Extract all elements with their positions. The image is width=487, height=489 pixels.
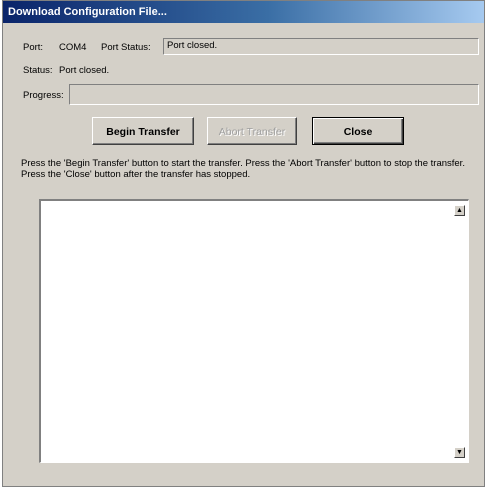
dialog-title: Download Configuration File... bbox=[3, 1, 484, 23]
abort-transfer-button[interactable]: Abort Transfer bbox=[207, 117, 297, 145]
port-status-field: Port closed. bbox=[163, 38, 479, 55]
progress-label: Progress: bbox=[23, 90, 64, 101]
transfer-log-textarea[interactable]: ▲ ▼ bbox=[39, 199, 469, 463]
transfer-log-content bbox=[41, 201, 468, 207]
status-value: Port closed. bbox=[59, 65, 110, 76]
port-value: COM4 bbox=[59, 42, 87, 53]
port-label: Port: bbox=[23, 42, 44, 53]
scroll-up-arrow-icon[interactable]: ▲ bbox=[454, 205, 465, 216]
download-config-dialog: Download Configuration File... Port: COM… bbox=[2, 0, 485, 487]
scroll-down-arrow-icon[interactable]: ▼ bbox=[454, 447, 465, 458]
instructions-text: Press the 'Begin Transfer' button to sta… bbox=[21, 158, 465, 180]
begin-transfer-button[interactable]: Begin Transfer bbox=[92, 117, 194, 145]
close-button[interactable]: Close bbox=[312, 117, 404, 145]
port-status-label: Port Status: bbox=[101, 42, 151, 53]
status-label: Status: bbox=[23, 65, 53, 76]
progress-bar bbox=[69, 84, 479, 105]
